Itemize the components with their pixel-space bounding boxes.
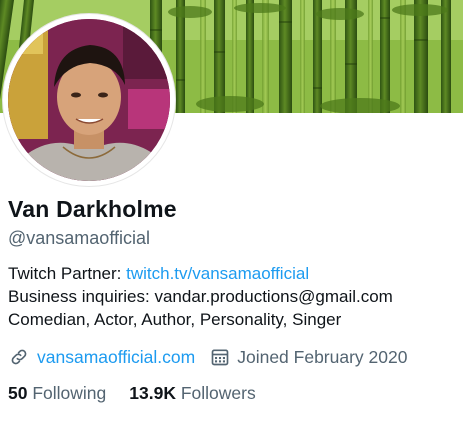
bio-line-twitch: Twitch Partner: twitch.tv/vansamaofficia… [8, 262, 393, 285]
followers-count: 13.9K [129, 383, 176, 403]
bio-twitch-prefix: Twitch Partner: [8, 264, 127, 283]
avatar-photo [8, 19, 170, 181]
twitch-link[interactable]: twitch.tv/vansamaofficial [126, 264, 309, 283]
bio-line-roles: Comedian, Actor, Author, Personality, Si… [8, 310, 342, 329]
display-name: Van Darkholme [8, 196, 177, 222]
bio-line-business: Business inquiries: vandar.productions@g… [8, 287, 393, 306]
profile-bio: Twitch Partner: twitch.tv/vansamaofficia… [8, 262, 393, 331]
user-handle: @vansamaofficial [8, 228, 151, 248]
followers-stat[interactable]: 13.9K Followers [129, 383, 255, 404]
following-label: Following [32, 383, 107, 403]
profile-avatar[interactable] [3, 14, 175, 186]
calendar-icon [209, 346, 231, 368]
follow-stats: 50 Following 13.9K Followers [8, 383, 256, 404]
profile-meta: vansamaofficial.com Joined February 2020 [8, 345, 407, 369]
website-link[interactable]: vansamaofficial.com [37, 347, 195, 368]
following-count: 50 [8, 383, 28, 403]
followers-label: Followers [180, 383, 256, 403]
following-stat[interactable]: 50 Following [8, 383, 106, 404]
link-icon [8, 346, 30, 368]
join-date: Joined February 2020 [237, 346, 408, 367]
person-portrait-image [8, 19, 170, 181]
